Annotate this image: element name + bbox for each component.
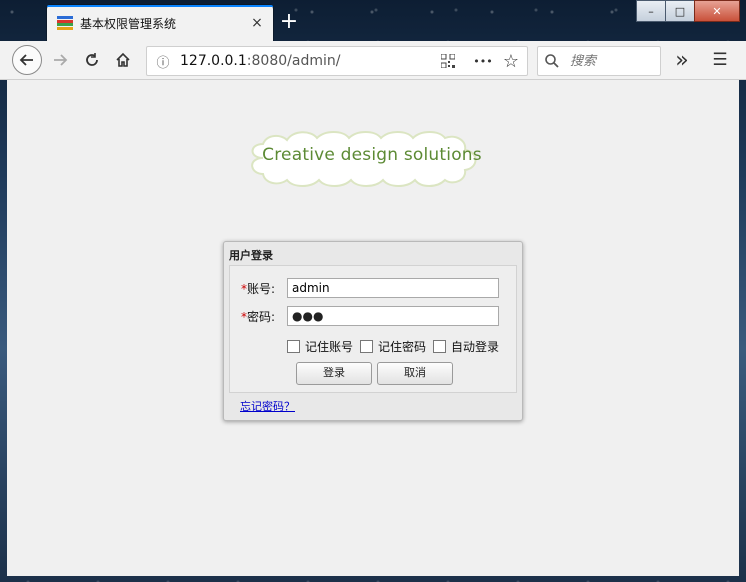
url-host: 127.0.0.1 [180, 53, 247, 69]
hamburger-menu-icon[interactable]: ☰ [706, 46, 734, 74]
username-input[interactable] [287, 278, 499, 298]
home-button[interactable] [109, 46, 137, 74]
back-button[interactable] [12, 45, 42, 75]
navigation-toolbar: ⓘ 127.0.0.1:8080/admin/ ••• ☆ » ☰ [0, 41, 746, 80]
checkbox-box[interactable] [360, 340, 373, 353]
active-tab[interactable]: 基本权限管理系统 × [47, 5, 273, 41]
site-info-icon[interactable]: ⓘ [155, 52, 171, 71]
tab-title: 基本权限管理系统 [80, 16, 177, 31]
tab-close-icon[interactable]: × [247, 15, 267, 31]
bookmark-star-icon[interactable]: ☆ [502, 51, 520, 72]
remember-password-checkbox[interactable]: 记住密码 [360, 338, 426, 355]
login-panel-title: 用户登录 [229, 249, 273, 262]
qr-code-icon[interactable] [439, 52, 457, 70]
forward-button[interactable] [46, 46, 74, 74]
remember-account-checkbox[interactable]: 记住账号 [287, 338, 353, 355]
url-text[interactable]: 127.0.0.1:8080/admin/ [180, 53, 340, 69]
login-panel: 用户登录 *账号: *密码: ●●● 记住账号 记住密码 自动登录 登录 取消 … [223, 241, 523, 421]
username-label: *账号: [241, 280, 275, 297]
checkbox-box[interactable] [433, 340, 446, 353]
page-actions-icon[interactable]: ••• [473, 52, 492, 70]
reload-button[interactable] [78, 46, 106, 74]
checkbox-box[interactable] [287, 340, 300, 353]
tab-accent [47, 5, 273, 7]
minimize-button[interactable]: – [636, 0, 666, 22]
username-label-text: 账号: [247, 282, 276, 296]
search-input[interactable] [568, 51, 660, 71]
forgot-password-link[interactable]: 忘记密码？ [240, 398, 295, 414]
auto-login-checkbox[interactable]: 自动登录 [433, 338, 499, 355]
search-icon [545, 54, 559, 68]
password-label-text: 密码: [247, 310, 276, 324]
close-window-button[interactable]: ✕ [694, 0, 740, 22]
address-bar[interactable]: ⓘ 127.0.0.1:8080/admin/ ••• ☆ [146, 46, 528, 76]
maximize-button[interactable]: □ [665, 0, 695, 22]
login-form: *账号: *密码: ●●● 记住账号 记住密码 自动登录 登录 取消 [229, 265, 517, 393]
search-bar[interactable] [537, 46, 661, 76]
home-icon [116, 52, 130, 67]
page-content: Creative design solutions 用户登录 *账号: *密码:… [7, 80, 739, 576]
overflow-menu-icon[interactable]: » [668, 46, 696, 74]
password-label: *密码: [241, 308, 275, 325]
back-arrow-icon [19, 54, 33, 66]
cancel-button[interactable]: 取消 [377, 362, 453, 385]
auto-login-label: 自动登录 [451, 340, 500, 354]
reload-icon [86, 53, 98, 66]
remember-password-label: 记住密码 [378, 340, 427, 354]
favicon-icon [57, 16, 73, 30]
remember-account-label: 记住账号 [305, 340, 354, 354]
window-controls: – □ ✕ [636, 0, 740, 22]
url-path: :8080/admin/ [246, 53, 341, 69]
login-button[interactable]: 登录 [296, 362, 372, 385]
banner-text: Creative design solutions [262, 145, 482, 165]
browser-window: – □ ✕ 基本权限管理系统 × + ⓘ 127.0.0.1:8080/admi… [0, 0, 746, 582]
banner-logo: Creative design solutions [243, 128, 501, 188]
new-tab-button[interactable]: + [278, 9, 300, 35]
password-input[interactable]: ●●● [287, 306, 499, 326]
forward-arrow-icon [54, 54, 68, 66]
